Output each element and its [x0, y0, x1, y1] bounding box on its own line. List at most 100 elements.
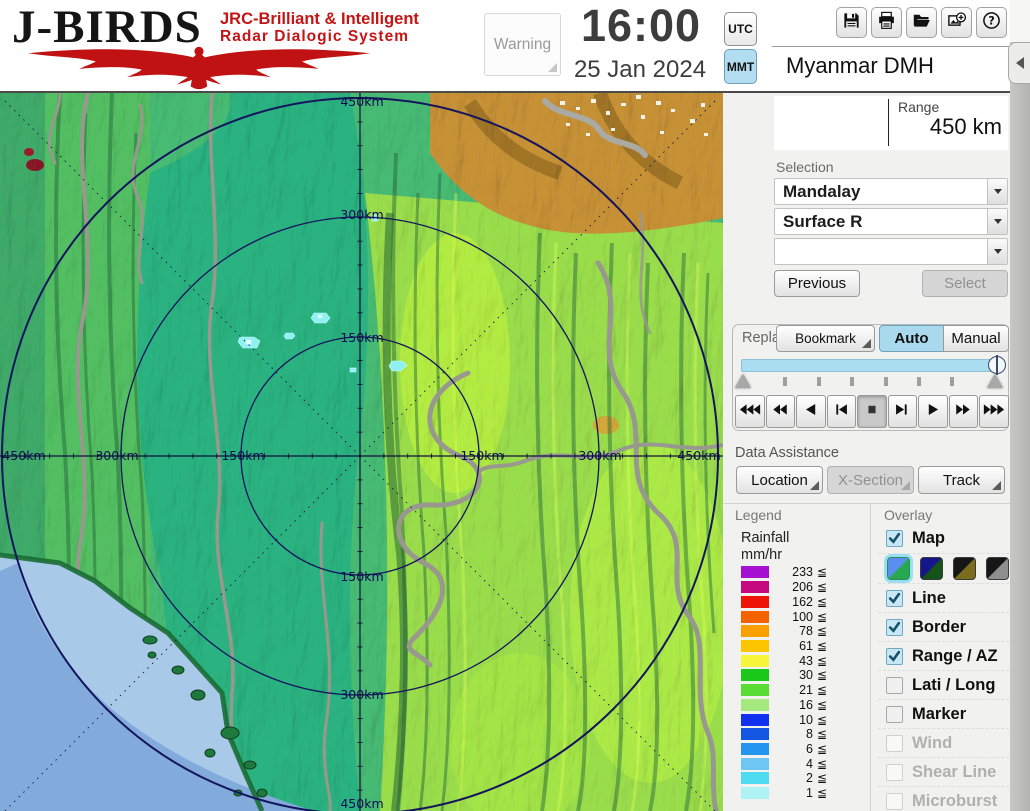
location-button[interactable]: Location: [736, 466, 823, 494]
play-icon: [922, 403, 944, 421]
add-image-button[interactable]: [941, 7, 972, 38]
print-button[interactable]: [871, 7, 902, 38]
replay-timeline-track[interactable]: [741, 359, 998, 372]
panel-splitter-top: [1010, 0, 1030, 42]
selection-dropdown-site[interactable]: Mandalay: [774, 178, 1008, 205]
legend-label: Legend: [735, 507, 782, 523]
overlay-item-label: Border: [912, 618, 966, 637]
timezone-utc-button[interactable]: UTC: [724, 12, 757, 46]
checkbox-unchecked[interactable]: [886, 706, 903, 723]
legend-color-swatch: [741, 640, 769, 652]
help-button[interactable]: ?: [976, 7, 1007, 38]
overlay-item-border[interactable]: Border: [878, 612, 1009, 641]
chevron-down-icon[interactable]: [987, 179, 1007, 204]
legend-color-swatch: [741, 772, 769, 784]
legend-lte-symbol: ≦: [817, 668, 827, 682]
header-separator: [772, 46, 1009, 47]
overlay-item-marker[interactable]: Marker: [878, 699, 1009, 728]
jbirds-app: 450km300km150km150km300km450km450km300km…: [0, 0, 1030, 811]
checkbox-checked[interactable]: [886, 530, 903, 547]
open-folder-button[interactable]: [906, 7, 937, 38]
ring-label: 300km: [340, 687, 383, 702]
replay-timeline-thumb[interactable]: [988, 356, 1006, 374]
legend-row: 61≦: [741, 639, 861, 654]
bookmark-button[interactable]: Bookmark: [776, 325, 875, 352]
legend-value: 10: [769, 713, 813, 727]
timeline-tick: [817, 377, 821, 386]
collapse-panel-button[interactable]: [1008, 42, 1030, 84]
x-section-button[interactable]: X-Section: [827, 466, 914, 494]
rewind-full-button[interactable]: [735, 395, 765, 428]
overlay-item-label: Shear Line: [912, 763, 996, 782]
timezone-mmt-button[interactable]: MMT: [724, 49, 757, 84]
overlay-item-label: Microburst: [912, 792, 997, 811]
checkbox-unchecked[interactable]: [886, 764, 903, 781]
map-style-swatches: [878, 553, 1009, 583]
previous-button[interactable]: Previous: [774, 270, 860, 297]
chevron-down-icon[interactable]: [987, 209, 1007, 234]
legend-value: 100: [769, 610, 813, 624]
rainfall-legend: 233≦206≦162≦100≦78≦61≦43≦30≦21≦16≦10≦8≦6…: [741, 565, 861, 801]
legend-row: 6≦: [741, 742, 861, 757]
legend-row: 21≦: [741, 683, 861, 698]
map-style-swatch[interactable]: [920, 557, 943, 580]
timeline-tick: [950, 377, 954, 386]
timeline-end-marker[interactable]: [987, 374, 1003, 388]
checkbox-unchecked[interactable]: [886, 793, 903, 810]
overlay-item-line[interactable]: Line: [878, 583, 1009, 612]
map-style-swatch[interactable]: [953, 557, 976, 580]
play-button[interactable]: [918, 395, 948, 428]
selection-dropdown-extra[interactable]: [774, 238, 1008, 265]
checkbox-checked[interactable]: [886, 619, 903, 636]
ff2-icon: [952, 403, 974, 421]
rewind-fast-button[interactable]: [766, 395, 796, 428]
chevron-down-icon[interactable]: [987, 239, 1007, 264]
checkbox-checked[interactable]: [886, 590, 903, 607]
legend-value: 206: [769, 580, 813, 594]
legend-lte-symbol: ≦: [817, 595, 827, 609]
legend-lte-symbol: ≦: [817, 742, 827, 756]
range-label: Range: [898, 99, 939, 115]
checkbox-unchecked[interactable]: [886, 677, 903, 694]
step-backward-button[interactable]: [827, 395, 857, 428]
legend-row: 78≦: [741, 624, 861, 639]
timeline-start-marker[interactable]: [735, 374, 751, 388]
radar-map-canvas: 450km300km150km150km300km450km450km300km…: [0, 93, 723, 811]
legend-row: 162≦: [741, 594, 861, 609]
overlay-item-shear-line[interactable]: Shear Line: [878, 757, 1009, 786]
overlay-item-microburst[interactable]: Microburst: [878, 786, 1009, 811]
header-bar: J-BIRDS JRC-Brilliant & Intelligent Rada…: [0, 0, 1030, 93]
save-button[interactable]: [836, 7, 867, 38]
overlay-item-wind[interactable]: Wind: [878, 728, 1009, 757]
selection-dropdown-product[interactable]: Surface R: [774, 208, 1008, 235]
track-button[interactable]: Track: [918, 466, 1005, 494]
map-style-swatch-selected[interactable]: [887, 557, 910, 580]
ring-label: 150km: [460, 448, 503, 463]
checkbox-unchecked[interactable]: [886, 735, 903, 752]
forward-fast-button[interactable]: [949, 395, 979, 428]
overlay-item-lati-long[interactable]: Lati / Long: [878, 670, 1009, 699]
tagline-line1: JRC-Brilliant & Intelligent: [220, 11, 419, 29]
map-style-swatch[interactable]: [986, 557, 1009, 580]
select-button[interactable]: Select: [922, 270, 1008, 297]
legend-lte-symbol: ≦: [817, 713, 827, 727]
legend-color-swatch: [741, 699, 769, 711]
checkbox-checked[interactable]: [886, 648, 903, 665]
forward-full-button[interactable]: [979, 395, 1009, 428]
rewind-button[interactable]: [796, 395, 826, 428]
panel-splitter[interactable]: [1010, 0, 1030, 811]
legend-color-swatch: [741, 566, 769, 578]
legend-color-swatch: [741, 669, 769, 681]
legend-lte-symbol: ≦: [817, 580, 827, 594]
manual-mode-button[interactable]: Manual: [943, 325, 1009, 352]
overlay-item-map[interactable]: Map: [878, 524, 1009, 553]
step-forward-button[interactable]: [888, 395, 918, 428]
auto-mode-button[interactable]: Auto: [879, 325, 944, 352]
legend-lte-symbol: ≦: [817, 639, 827, 653]
ring-label: 450km: [677, 448, 720, 463]
stop-button[interactable]: [857, 395, 887, 428]
data-assistance-label: Data Assistance: [735, 445, 839, 461]
legend-color-swatch: [741, 728, 769, 740]
radar-map[interactable]: 450km300km150km150km300km450km450km300km…: [0, 93, 723, 811]
overlay-item-range-az[interactable]: Range / AZ: [878, 641, 1009, 670]
